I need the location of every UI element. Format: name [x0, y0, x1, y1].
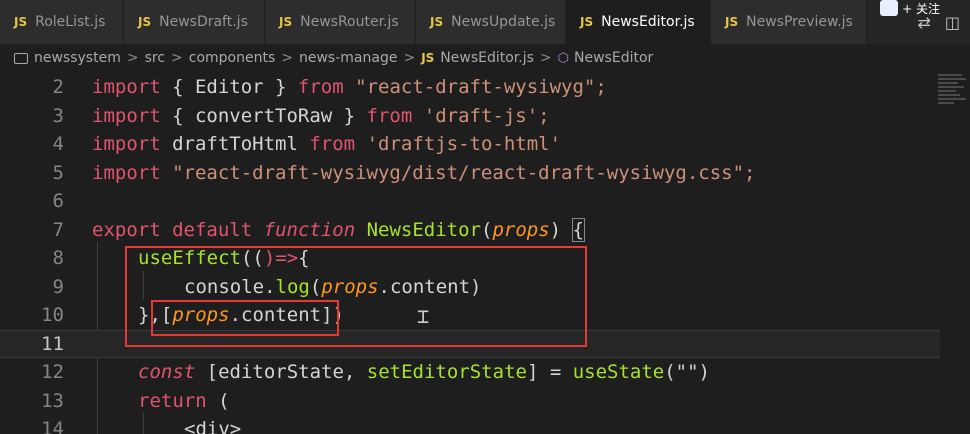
breadcrumb-separator: > [126, 50, 139, 66]
line-number: 6 [52, 190, 64, 213]
line-number: 8 [52, 247, 64, 270]
code-editor[interactable]: 2 import { Editor } from "react-draft-wy… [0, 72, 970, 434]
line-number: 11 [41, 332, 64, 355]
code-line: 4 import draftToHtml from 'draftjs-to-ht… [0, 130, 940, 159]
breadcrumb-item-src[interactable]: src [145, 50, 165, 66]
tab-label: RoleList.js [35, 14, 106, 30]
line-number: 5 [52, 161, 64, 184]
line-number: 12 [41, 361, 64, 384]
code-text: import { Editor } from "react-draft-wysi… [92, 76, 607, 99]
js-file-icon: JS [14, 15, 28, 29]
breadcrumb-item-file[interactable]: NewsEditor.js [440, 50, 534, 66]
line-number: 9 [52, 275, 64, 298]
code-text: import "react-draft-wysiwyg/dist/react-d… [92, 161, 756, 184]
code-text: import { convertToRaw } from 'draft-js'; [92, 104, 550, 127]
code-line: 12 const [editorState, setEditorState] =… [0, 358, 940, 387]
editor-tab-bar: JS RoleList.js JS NewsDraft.js JS NewsRo… [0, 0, 970, 44]
js-file-icon: JS [279, 15, 293, 29]
tab-label: NewsRouter.js [300, 14, 399, 30]
breadcrumb-separator: > [171, 50, 183, 66]
breadcrumb: newssystem > src > components > news-man… [0, 44, 970, 72]
code-line: 6 [0, 187, 940, 216]
code-line: 7 export default function NewsEditor(pro… [0, 216, 940, 245]
line-number: 2 [52, 76, 64, 99]
line-number: 13 [41, 389, 64, 412]
breadcrumb-item-components[interactable]: components [189, 50, 276, 66]
code-text: const [editorState, setEditorState] = us… [138, 361, 710, 384]
tab-label: NewsUpdate.js [451, 14, 556, 30]
code-text: return ( [138, 389, 230, 412]
folder-icon [14, 52, 28, 64]
line-number: 7 [52, 218, 64, 241]
tab-newsrouter[interactable]: JS NewsRouter.js [265, 0, 416, 44]
line-number: 10 [41, 304, 64, 327]
tab-newsupdate[interactable]: JS NewsUpdate.js [416, 0, 566, 44]
js-file-icon: JS [421, 51, 435, 65]
breadcrumb-separator: > [403, 50, 416, 66]
breadcrumb-separator: > [281, 50, 293, 66]
code-text: export default function NewsEditor(props… [92, 217, 586, 242]
tab-rolelist[interactable]: JS RoleList.js [0, 0, 124, 44]
tab-newsdraft[interactable]: JS NewsDraft.js [124, 0, 265, 44]
line-number: 14 [41, 418, 64, 434]
code-line: 13 return ( [0, 387, 940, 416]
code-line: 2 import { Editor } from "react-draft-wy… [0, 73, 940, 102]
tab-label: NewsDraft.js [159, 14, 248, 30]
code-text: <div> [184, 418, 242, 434]
breadcrumb-separator: > [539, 50, 552, 66]
code-line: 5 import "react-draft-wysiwyg/dist/react… [0, 159, 940, 188]
follow-badge[interactable]: + 关注 [880, 0, 940, 16]
line-number: 4 [52, 133, 64, 156]
channel-logo-icon [880, 0, 899, 16]
tab-newseditor[interactable]: JS NewsEditor.js [566, 0, 711, 44]
highlight-box-dependency-array [151, 300, 339, 336]
code-text: import draftToHtml from 'draftjs-to-html… [92, 133, 562, 156]
js-file-icon: JS [725, 15, 739, 29]
split-editor-icon[interactable]: ◫ [945, 13, 960, 32]
line-number: 3 [52, 104, 64, 127]
js-file-icon: JS [430, 15, 444, 29]
js-file-icon: JS [580, 15, 594, 29]
follow-label: + 关注 [902, 1, 940, 16]
code-line: 3 import { convertToRaw } from 'draft-js… [0, 102, 940, 131]
tab-label: NewsPreview.js [746, 14, 853, 30]
text-cursor-icon: ⌶ [417, 304, 430, 328]
breadcrumb-item-root[interactable]: newssystem [34, 50, 121, 66]
tab-label: NewsEditor.js [601, 14, 695, 30]
symbol-method-icon: ⬡ [557, 50, 570, 66]
code-line: 14 <div> [0, 415, 940, 434]
tab-newspreview[interactable]: JS NewsPreview.js [711, 0, 867, 44]
breadcrumb-item-news-manage[interactable]: news-manage [299, 50, 397, 66]
breadcrumb-item-symbol[interactable]: NewsEditor [574, 50, 653, 66]
js-file-icon: JS [138, 15, 152, 29]
